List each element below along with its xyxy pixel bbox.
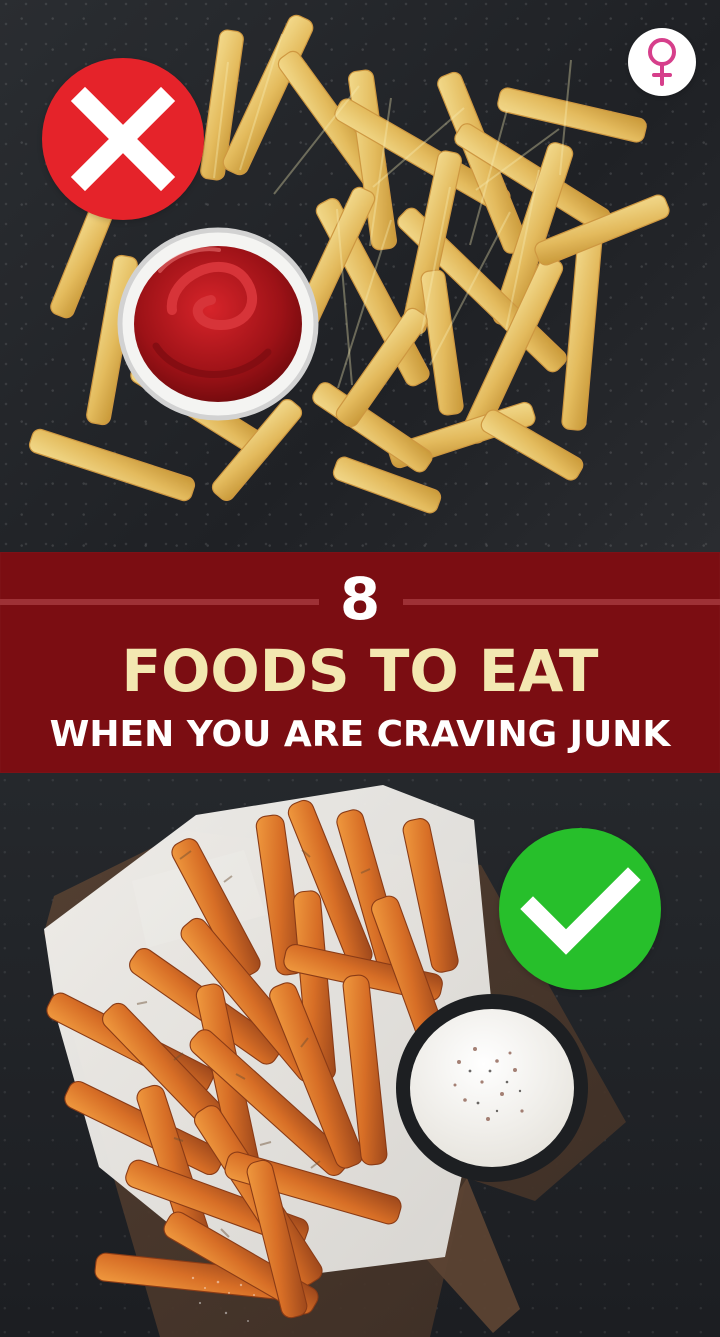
dip-bowl: [396, 994, 588, 1182]
ketchup-bowl: [117, 227, 319, 421]
female-symbol-icon: [628, 28, 696, 96]
headline-number: 8: [339, 565, 381, 633]
x-icon: [42, 58, 204, 220]
check-icon: [499, 828, 661, 990]
headline-title: FOODS TO EAT: [121, 637, 599, 705]
headline-subtitle: WHEN YOU ARE CRAVING JUNK: [49, 714, 671, 755]
infographic-page: 8 FOODS TO EAT WHEN YOU ARE CRAVING JUNK: [0, 0, 720, 1337]
